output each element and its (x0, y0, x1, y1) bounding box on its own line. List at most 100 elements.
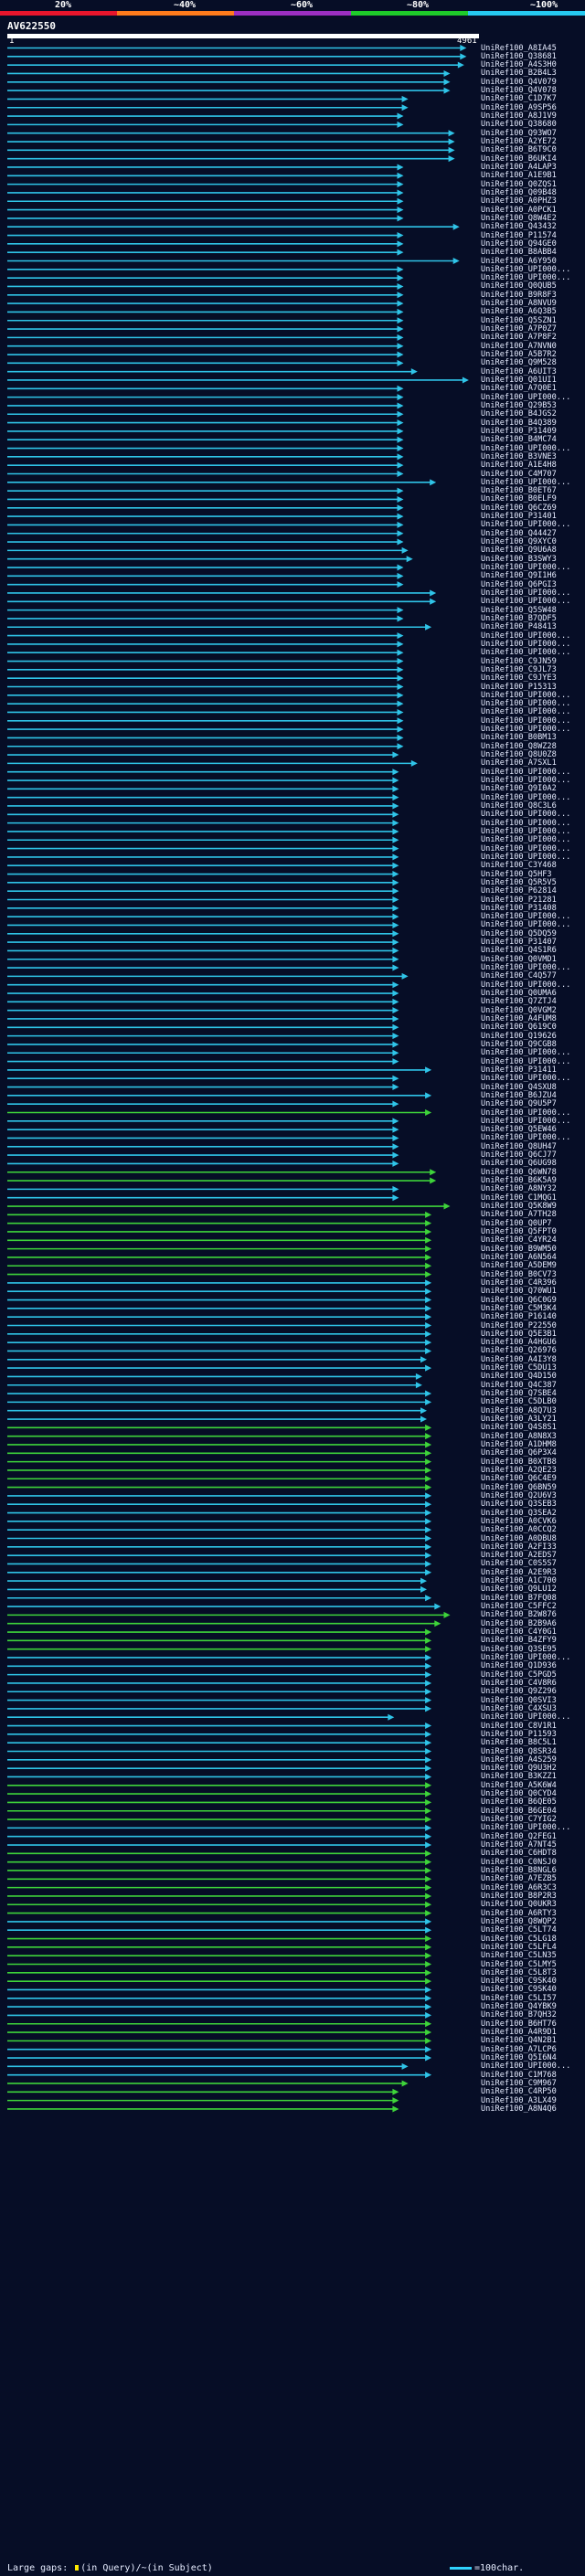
hit-arrow-icon (397, 164, 404, 171)
hit-arrow-icon (401, 2080, 409, 2087)
hit-arrow-icon (425, 1569, 432, 1576)
hit-arrow-icon (392, 845, 399, 853)
hit-arrow-icon (425, 1092, 432, 1099)
hit-arrow-icon (430, 479, 437, 486)
hit-arrow-icon (392, 896, 399, 903)
hit-arrow-icon (443, 69, 451, 77)
hit-arrow-icon (397, 666, 404, 673)
hit-arrow-icon (425, 1705, 432, 1712)
hit-arrow-icon (425, 1739, 432, 1746)
hit-arrow-icon (448, 155, 455, 163)
hit-arrow-icon (425, 1926, 432, 1934)
hit-arrow-icon (397, 334, 404, 341)
hit-arrow-icon (397, 708, 404, 716)
hit-arrow-icon (397, 189, 404, 196)
hit-arrow-icon (425, 1875, 432, 1882)
hit-arrow-icon (425, 1807, 432, 1815)
hit-arrow-icon (425, 1279, 432, 1287)
hit-arrow-icon (392, 1126, 399, 1133)
hit-arrow-icon (397, 419, 404, 427)
hit-arrow-icon (425, 1628, 432, 1636)
hit-arrow-icon (425, 2020, 432, 2028)
hit-arrow-icon (420, 1577, 427, 1585)
hit-arrow-icon (425, 623, 432, 631)
hit-arrow-icon (425, 1441, 432, 1448)
hit-arrow-icon (392, 921, 399, 928)
hit-arrow-icon (392, 930, 399, 938)
hit-arrow-icon (457, 61, 464, 69)
scale-legend: =100char. (450, 2563, 524, 2573)
hit-arrow-icon (430, 598, 437, 605)
hit-label[interactable]: UniRef100_A8N4Q6 (481, 2104, 585, 2114)
hit-arrow-icon (425, 1262, 432, 1269)
hit-arrow-icon (425, 1424, 432, 1431)
hit-arrow-icon (425, 1910, 432, 1917)
gaps-legend: Large gaps: (in Query)/~(in Subject) (7, 2563, 213, 2573)
hit-arrow-icon (397, 292, 404, 299)
hit-arrow-icon (425, 1798, 432, 1806)
hit-arrow-icon (425, 2037, 432, 2044)
hit-arrow-icon (397, 684, 404, 690)
hit-arrow-icon (397, 402, 404, 409)
hit-arrow-icon (443, 1611, 451, 1618)
hit-arrow-icon (425, 1697, 432, 1704)
scale-line-icon (450, 2566, 472, 2570)
hit-arrow-icon (397, 197, 404, 205)
hit-arrow-icon (425, 1066, 432, 1074)
hit-arrow-icon (397, 317, 404, 324)
hit-arrow-icon (397, 471, 404, 477)
hit-arrow-icon (397, 428, 404, 435)
hit-arrow-icon (397, 394, 404, 401)
hit-arrow-icon (443, 87, 451, 94)
hit-label-column: UniRef100_A8IA45 UniRef100_Q38681 UniRef10… (481, 0, 585, 2576)
hit-arrow-icon (425, 1892, 432, 1900)
hit-arrow-icon (425, 1467, 432, 1474)
hit-arrow-icon (401, 95, 409, 102)
gaps-sep: /~ (135, 2563, 147, 2573)
hit-arrow-icon (397, 726, 404, 733)
hit-arrow-icon (425, 1765, 432, 1772)
hit-arrow-icon (397, 513, 404, 520)
hit-arrow-icon (392, 879, 399, 886)
hit-arrow-icon (420, 1407, 427, 1415)
hit-arrow-icon (397, 734, 404, 741)
scale-legend-text: =100char. (474, 2563, 525, 2573)
hit-arrow-icon (392, 956, 399, 963)
hit-arrow-icon (425, 1680, 432, 1687)
hit-arrow-icon (397, 495, 404, 503)
hit-arrow-icon (397, 453, 404, 461)
hit-arrow-icon (397, 581, 404, 588)
hit-arrow-icon (406, 556, 413, 563)
hit-arrow-icon (425, 1526, 432, 1533)
hit-arrow-icon (392, 751, 399, 758)
hit-arrow-icon (392, 1100, 399, 1108)
hit-arrow-icon (397, 385, 404, 392)
hit-arrow-icon (392, 990, 399, 997)
hit-arrow-icon (392, 1143, 399, 1150)
hit-arrow-icon (397, 461, 404, 469)
hit-arrow-icon (425, 1790, 432, 1797)
hit-arrow-icon (460, 45, 467, 51)
hit-arrow-icon (430, 1169, 437, 1176)
hit-arrow-icon (425, 1756, 432, 1764)
hit-arrow-icon (425, 1816, 432, 1823)
hit-arrow-icon (392, 1075, 399, 1082)
hit-arrow-icon (397, 445, 404, 452)
hit-arrow-icon (392, 862, 399, 869)
hit-arrow-icon (392, 794, 399, 801)
hit-arrow-icon (397, 521, 404, 528)
hit-arrow-icon (420, 1585, 427, 1593)
hit-arrow-icon (425, 1271, 432, 1278)
hit-arrow-icon (392, 853, 399, 861)
hit-arrow-icon (392, 785, 399, 792)
hit-arrow-icon (392, 769, 399, 776)
hit-arrow-icon (397, 436, 404, 443)
hit-arrow-icon (425, 1236, 432, 1244)
hit-arrow-icon (392, 998, 399, 1005)
hit-arrow-icon (392, 1023, 399, 1031)
hit-arrow-icon (397, 359, 404, 366)
query-gap-marker-icon (75, 2565, 80, 2571)
hit-arrow-icon (392, 802, 399, 810)
hit-arrow-icon (397, 343, 404, 350)
hit-arrow-icon (397, 487, 404, 494)
